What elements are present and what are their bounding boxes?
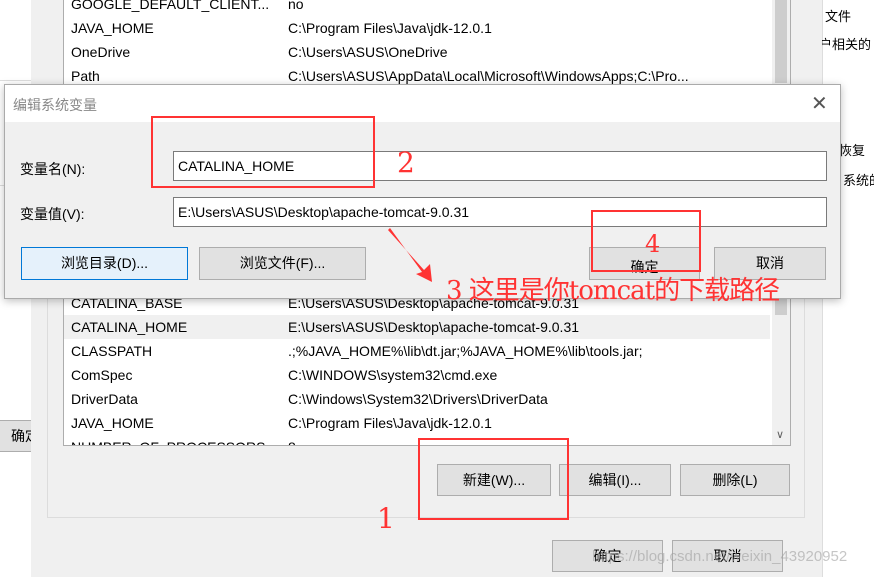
edit-variable-button[interactable]: 编辑(I)... [559,464,671,496]
text: 系统的 [843,173,874,188]
variable-name: OneDrive [71,44,131,60]
variable-name: CATALINA_HOME [71,319,188,335]
text: 文件 [825,9,852,24]
variable-value: C:\Windows\System32\Drivers\DriverData [288,391,548,407]
table-row[interactable]: JAVA_HOME C:\Program Files\Java\jdk-12.0.… [64,16,770,40]
browse-directory-button[interactable]: 浏览目录(D)... [21,247,188,280]
variable-name: JAVA_HOME [71,415,154,431]
annotation-text-3: 3 这里是你tomcat的下载路径 [446,276,780,306]
variable-name: JAVA_HOME [71,20,154,36]
annotation-box-2 [151,116,375,188]
watermark: https://blog.csdn.net/weixin_43920952 [592,548,848,565]
variable-value: 8 [288,435,296,445]
table-row[interactable]: ComSpec C:\WINDOWS\system32\cmd.exe [64,363,770,387]
scrollbar[interactable]: ∨ [772,291,790,445]
scrollbar[interactable] [772,0,790,87]
table-row[interactable]: GOOGLE_DEFAULT_CLIENT... no [64,0,770,16]
annotation-number-4: 4 [645,230,661,258]
variable-value: C:\WINDOWS\system32\cmd.exe [288,367,498,383]
variable-value-label: 变量值(V): [20,206,85,222]
text: 户相关的 [819,37,872,52]
variable-value-input[interactable]: E:\Users\ASUS\Desktop\apache-tomcat-9.0.… [173,197,827,227]
variable-name: ComSpec [71,367,133,383]
dialog-title: 编辑系统变量 [13,97,97,113]
variable-value: .;%JAVA_HOME%\lib\dt.jar;%JAVA_HOME%\lib… [288,343,643,359]
variable-value: C:\Program Files\Java\jdk-12.0.1 [288,20,492,36]
title-bar: 编辑系统变量 ✕ [5,85,840,122]
variable-name: NUMBER_OF_PROCESSORS [71,435,265,445]
system-variables-list[interactable]: CATALINA_BASE E:\Users\ASUS\Desktop\apach… [63,290,791,446]
variable-value: C:\Users\ASUS\OneDrive [288,44,448,60]
annotation-number-2: 2 [397,146,415,179]
table-row[interactable]: NUMBER_OF_PROCESSORS 8 [64,435,770,445]
text: 恢复 [839,143,866,158]
table-row[interactable]: JAVA_HOME C:\Program Files\Java\jdk-12.0.… [64,411,770,435]
table-row[interactable]: CATALINA_HOME E:\Users\ASUS\Desktop\apach… [64,315,770,339]
close-icon[interactable]: ✕ [811,91,828,116]
delete-variable-button[interactable]: 删除(L) [680,464,790,496]
annotation-arrow [388,228,432,282]
variable-value: no [288,0,304,12]
annotation-box-1 [418,438,569,520]
table-row[interactable]: CLASSPATH .;%JAVA_HOME%\lib\dt.jar;%JAVA_… [64,339,770,363]
user-variables-list[interactable]: GOOGLE_DEFAULT_CLIENT... no JAVA_HOME C:\Pr… [63,0,791,88]
variable-name: GOOGLE_DEFAULT_CLIENT... [71,0,270,12]
annotation-number-1: 1 [377,502,395,535]
variable-value: E:\Users\ASUS\Desktop\apache-tomcat-9.0.… [288,319,580,335]
variable-name-label: 变量名(N): [20,161,86,177]
variable-value: C:\Program Files\Java\jdk-12.0.1 [288,415,492,431]
table-row[interactable]: DriverData C:\Windows\System32\Drivers\Dr… [64,387,770,411]
variable-name: CLASSPATH [71,343,153,359]
chevron-down-icon[interactable]: ∨ [776,428,784,441]
table-row[interactable]: OneDrive C:\Users\ASUS\OneDrive [64,40,770,64]
variable-name: DriverData [71,391,138,407]
browse-file-button[interactable]: 浏览文件(F)... [199,247,366,280]
